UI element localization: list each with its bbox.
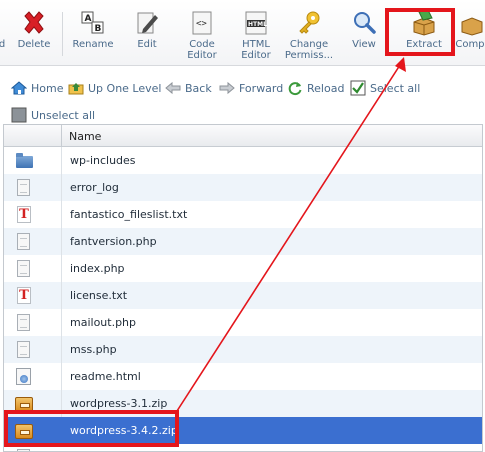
file-name[interactable]: wp-includes — [70, 154, 136, 167]
file-name[interactable]: index.php — [70, 262, 125, 275]
unselect-all-label: Unselect all — [31, 108, 96, 122]
html-editor-label-1: HTML — [242, 39, 270, 50]
checkbox-checked-icon — [350, 80, 366, 96]
file-icon — [15, 314, 33, 332]
archive-icon — [15, 395, 33, 413]
file-icon — [15, 341, 33, 359]
magnifier-icon — [351, 10, 377, 36]
folder-icon — [15, 152, 33, 170]
back-label: Back — [185, 81, 212, 95]
change-permissions-button[interactable]: Change Permiss... — [282, 0, 336, 64]
file-list-table: Name wp-includes error_log T fantastico_… — [3, 124, 483, 452]
code-editor-label-2: Editor — [187, 50, 217, 61]
key-icon — [296, 10, 322, 36]
file-icon — [15, 179, 33, 197]
previous-button-partial[interactable]: d — [0, 0, 8, 64]
rename-button[interactable]: A B Rename — [70, 0, 116, 64]
view-button[interactable]: View — [346, 0, 382, 64]
code-editor-button[interactable]: <> Code Editor — [180, 0, 224, 64]
text-file-icon: T — [15, 287, 33, 305]
file-name[interactable]: fantastico_fileslist.txt — [70, 208, 187, 221]
change-permissions-label-1: Change — [289, 39, 329, 50]
home-link[interactable]: Home — [10, 80, 64, 96]
table-header: Name — [4, 125, 482, 147]
file-name[interactable]: wordpress-3.4.2.zip — [70, 424, 178, 437]
file-name[interactable]: mailout.php — [70, 316, 136, 329]
compress-button[interactable]: Compr — [452, 0, 485, 64]
partial-icon — [0, 10, 15, 36]
reload-label: Reload — [307, 81, 345, 95]
arrow-left-icon — [165, 80, 181, 96]
code-editor-icon: <> — [189, 10, 215, 36]
file-name[interactable]: error_log — [70, 181, 119, 194]
checkbox-empty-icon — [11, 107, 27, 123]
svg-text:HTML: HTML — [248, 21, 267, 28]
compress-box-icon — [459, 10, 485, 36]
name-column-header[interactable]: Name — [69, 130, 101, 143]
column-divider — [61, 125, 62, 147]
delete-button[interactable]: Delete — [14, 0, 54, 64]
file-name[interactable]: license.txt — [70, 289, 127, 302]
reload-icon — [287, 80, 303, 96]
up-one-level-label: Up One Level — [88, 81, 162, 95]
table-row[interactable]: readme.html — [4, 363, 482, 390]
code-editor-label-1: Code — [189, 39, 215, 50]
up-one-level-link[interactable]: Up One Level — [68, 80, 161, 96]
table-row[interactable]: wordpress-3.1.zip — [4, 390, 482, 417]
home-label: Home — [31, 81, 64, 95]
edit-pencil-icon — [134, 10, 160, 36]
table-row[interactable] — [4, 444, 482, 451]
home-icon — [10, 80, 28, 96]
svg-text:B: B — [95, 24, 102, 34]
file-name[interactable]: wordpress-3.1.zip — [70, 397, 167, 410]
archive-icon — [15, 422, 33, 440]
table-row[interactable]: T fantastico_fileslist.txt — [4, 201, 482, 228]
unselect-all-link[interactable]: Unselect all — [11, 107, 95, 123]
forward-link[interactable]: Forward — [219, 80, 283, 96]
extract-button[interactable]: Extract — [400, 0, 448, 64]
folder-up-icon — [68, 80, 84, 96]
change-permissions-label-2: Permiss... — [284, 50, 334, 61]
file-icon — [15, 260, 33, 278]
toolbar-divider — [62, 12, 63, 56]
table-row-selected[interactable]: wordpress-3.4.2.zip — [4, 417, 482, 444]
extract-box-icon — [411, 9, 437, 36]
select-all-link[interactable]: Select all — [350, 80, 420, 96]
table-row[interactable]: wp-includes — [4, 147, 482, 174]
table-row[interactable]: mailout.php — [4, 309, 482, 336]
table-row[interactable]: mss.php — [4, 336, 482, 363]
svg-text:<>: <> — [196, 19, 207, 29]
html-file-icon — [15, 368, 33, 386]
file-name[interactable]: readme.html — [70, 370, 141, 383]
table-row[interactable]: index.php — [4, 255, 482, 282]
back-link[interactable]: Back — [165, 80, 212, 96]
svg-text:A: A — [85, 14, 92, 24]
table-row[interactable]: error_log — [4, 174, 482, 201]
html-editor-icon: HTML — [243, 10, 269, 36]
rename-ab-icon: A B — [80, 10, 106, 36]
file-name[interactable]: mss.php — [70, 343, 117, 356]
table-row[interactable]: T license.txt — [4, 282, 482, 309]
table-row[interactable]: fantversion.php — [4, 228, 482, 255]
text-file-icon: T — [15, 206, 33, 224]
forward-label: Forward — [239, 81, 284, 95]
edit-button[interactable]: Edit — [128, 0, 166, 64]
reload-link[interactable]: Reload — [287, 80, 344, 96]
html-editor-label-2: Editor — [241, 50, 271, 61]
html-editor-button[interactable]: HTML HTML Editor — [234, 0, 278, 64]
arrow-right-icon — [219, 80, 235, 96]
delete-x-icon — [21, 10, 47, 36]
select-all-label: Select all — [370, 81, 421, 95]
file-manager-toolbar: d Delete A B Rename Edit <> Code Editor … — [0, 0, 485, 66]
file-icon — [15, 233, 33, 251]
file-name[interactable]: fantversion.php — [70, 235, 157, 248]
navigation-bar: Home Up One Level Back Forward Reload Se… — [0, 72, 485, 124]
